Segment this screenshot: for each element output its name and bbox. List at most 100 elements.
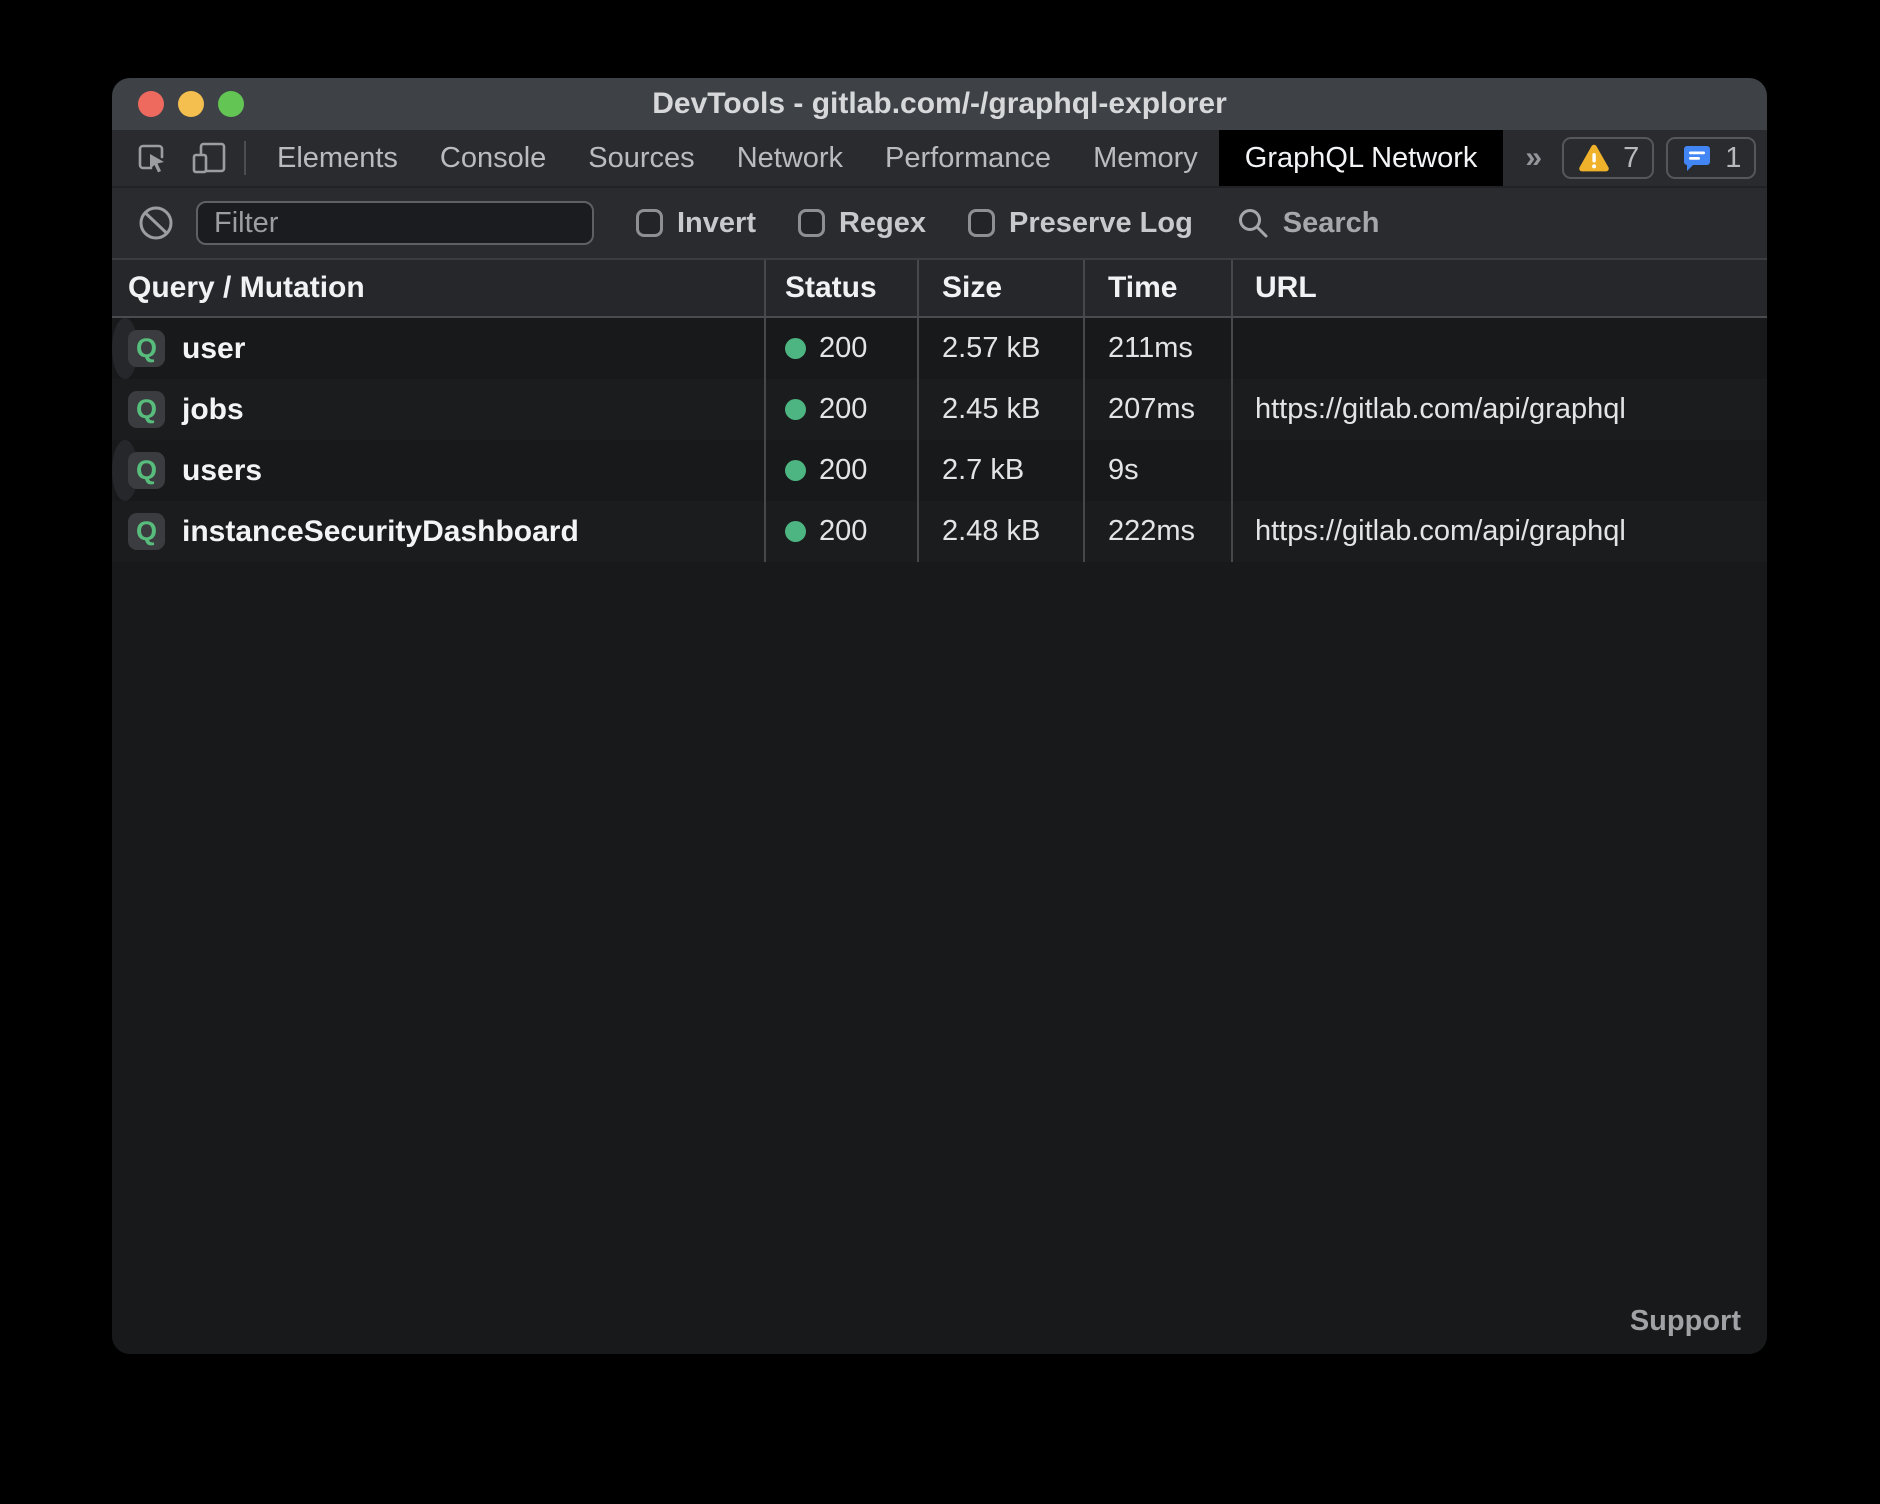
- chat-bubble-icon: [1681, 142, 1713, 174]
- size-cell: 2.45 kB: [917, 379, 1083, 440]
- regex-checkbox[interactable]: [798, 209, 825, 237]
- search-control[interactable]: Search: [1235, 205, 1380, 241]
- request-row[interactable]: QinstanceSecurityDashboard 200 2.48 kB 222m…: [112, 501, 1767, 562]
- size-cell: 2.7 kB: [917, 440, 1083, 501]
- query-name: instanceSecurityDashboard: [182, 515, 579, 549]
- status-cell: 200: [764, 318, 917, 379]
- invert-checkbox[interactable]: [636, 209, 663, 237]
- search-label: Search: [1283, 207, 1380, 240]
- tab-performance[interactable]: Performance: [864, 130, 1072, 186]
- request-row[interactable]: Qjobs2002.45 kB207mshttps://gitlab.com/a…: [112, 379, 1767, 440]
- query-type-badge: Q: [128, 330, 165, 367]
- status-ok-dot-icon: [785, 399, 806, 420]
- tab-network[interactable]: Network: [716, 130, 864, 186]
- checkbox-group-regex[interactable]: Regex: [798, 207, 926, 240]
- url-value: https://gitlab.com/api/graphql: [1255, 393, 1626, 426]
- url-cell: https://gitlab.com/api/graphql: [1231, 501, 1767, 562]
- minimize-window-button[interactable]: [178, 91, 204, 117]
- chevron-right-double-icon: »: [1525, 141, 1540, 175]
- status-cell: 200: [764, 379, 917, 440]
- time-value: 207ms: [1108, 393, 1195, 426]
- inspect-element-icon[interactable]: [134, 140, 170, 176]
- status-code: 200: [819, 454, 867, 487]
- size-cell: 2.48 kB: [917, 501, 1083, 562]
- filter-checkboxes: Invert Regex Preserve Log: [594, 207, 1193, 240]
- devtools-tab-bar: ElementsConsoleSourcesNetworkPerformance…: [112, 130, 1767, 188]
- tab-console[interactable]: Console: [419, 130, 567, 186]
- message-count: 1: [1725, 142, 1741, 175]
- filter-input[interactable]: [196, 201, 594, 245]
- table-body: Quser 200 2.57 kB 211ms https://gitlab.com/a…: [112, 318, 1767, 562]
- time-cell: 207ms: [1083, 379, 1231, 440]
- time-value: 211ms: [1108, 332, 1193, 365]
- checkbox-group-preserve-log[interactable]: Preserve Log: [968, 207, 1193, 240]
- device-toolbar-icon[interactable]: [190, 140, 228, 176]
- query-cell: QinstanceSecurityDashboard: [112, 501, 764, 562]
- more-tabs-button[interactable]: »: [1503, 130, 1562, 186]
- checkbox-label: Invert: [677, 207, 756, 240]
- messages-badge[interactable]: 1: [1666, 137, 1756, 179]
- issues-warning-badge[interactable]: 7: [1562, 137, 1654, 179]
- tab-elements[interactable]: Elements: [256, 130, 419, 186]
- window-title: DevTools - gitlab.com/-/graphql-explorer: [652, 87, 1227, 121]
- status-code: 200: [819, 515, 867, 548]
- support-link[interactable]: Support: [1630, 1305, 1741, 1338]
- size-cell: 2.57 kB: [917, 318, 1083, 379]
- query-cell: Qusers: [112, 440, 764, 501]
- tab-graphql-network[interactable]: GraphQL Network: [1219, 130, 1504, 186]
- column-header-label: Time: [1108, 271, 1177, 305]
- query-name: jobs: [182, 393, 244, 427]
- clear-block-icon[interactable]: [136, 203, 176, 243]
- table-empty-area: [112, 562, 1767, 1354]
- query-type-badge: Q: [128, 452, 165, 489]
- size-value: 2.45 kB: [942, 393, 1040, 426]
- panel-tabs: ElementsConsoleSourcesNetworkPerformance…: [256, 130, 1503, 186]
- url-value: https://gitlab.com/api/graphql: [1255, 515, 1626, 548]
- tab-sources[interactable]: Sources: [567, 130, 715, 186]
- column-header-url: URL: [1231, 260, 1767, 316]
- request-row[interactable]: Qusers2002.7 kB9shttps://gitlab.com/api/…: [112, 440, 138, 501]
- preserve-log-checkbox[interactable]: [968, 209, 995, 237]
- status-ok-dot-icon: [785, 521, 806, 542]
- time-cell: 211ms: [1083, 318, 1231, 379]
- search-icon: [1235, 205, 1271, 241]
- column-header-label: URL: [1255, 271, 1317, 305]
- close-window-button[interactable]: [138, 91, 164, 117]
- request-row[interactable]: Quser2002.57 kB211mshttps://gitlab.com/a…: [112, 318, 138, 379]
- title-bar: DevTools - gitlab.com/-/graphql-explorer: [112, 78, 1767, 130]
- status-code: 200: [819, 332, 867, 365]
- status-ok-dot-icon: [785, 338, 806, 359]
- time-value: 222ms: [1108, 515, 1195, 548]
- toolbar-divider: [244, 141, 246, 175]
- column-header-label: Size: [942, 271, 1002, 305]
- query-type-badge: Q: [128, 391, 165, 428]
- query-cell: Qjobs: [112, 379, 764, 440]
- status-cell: 200: [764, 501, 917, 562]
- column-header-size: Size: [917, 260, 1083, 316]
- devtools-window: DevTools - gitlab.com/-/graphql-explorer…: [112, 78, 1767, 1354]
- status-ok-dot-icon: [785, 460, 806, 481]
- url-cell: https://gitlab.com/api/graphql: [1231, 440, 1255, 501]
- warning-triangle-icon: [1577, 143, 1611, 173]
- status-cell: 200: [764, 440, 917, 501]
- query-type-badge: Q: [128, 513, 165, 550]
- query-name: user: [182, 332, 245, 366]
- time-cell: 222ms: [1083, 501, 1231, 562]
- query-name: users: [182, 454, 262, 488]
- column-header-status: Status: [764, 260, 917, 316]
- filter-toolbar: Invert Regex Preserve Log Search: [112, 188, 1767, 260]
- time-value: 9s: [1108, 454, 1139, 487]
- checkbox-label: Preserve Log: [1009, 207, 1193, 240]
- column-header-label: Status: [785, 271, 877, 305]
- size-value: 2.57 kB: [942, 332, 1040, 365]
- size-value: 2.48 kB: [942, 515, 1040, 548]
- maximize-window-button[interactable]: [218, 91, 244, 117]
- traffic-lights: [138, 91, 244, 117]
- table-header: Query / MutationStatusSizeTimeURL: [112, 260, 1767, 318]
- tab-memory[interactable]: Memory: [1072, 130, 1219, 186]
- toolbar-icons: [112, 130, 234, 186]
- checkbox-group-invert[interactable]: Invert: [636, 207, 756, 240]
- time-cell: 9s: [1083, 440, 1231, 501]
- warning-count: 7: [1623, 142, 1639, 175]
- column-header-time: Time: [1083, 260, 1231, 316]
